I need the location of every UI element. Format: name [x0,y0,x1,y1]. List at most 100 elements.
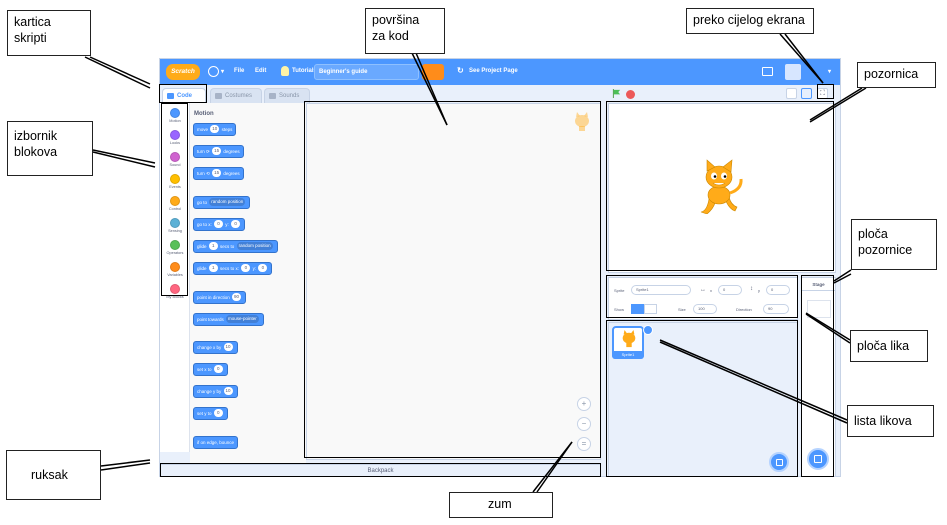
swirl-icon: ↻ [457,66,464,75]
block-input[interactable]: 0 [231,219,241,228]
block-text: degrees [223,171,240,176]
annotation-pozornica: pozornica [857,62,936,88]
small-stage-icon[interactable] [786,88,797,99]
goto-block[interactable]: go to random position [193,196,251,209]
annotation-line: blokova [14,145,58,159]
block-text: steps [221,127,233,132]
block-text: turn [197,149,205,154]
palette-title: Motion [194,111,214,117]
tab-highlight [159,84,207,103]
block-palette: Motion move 10 steps turn ⟳ 15 degrees t… [190,103,306,463]
block-text: degrees [223,149,240,154]
share-button[interactable] [422,64,444,80]
point-direction-block[interactable]: point in direction 90 [193,291,247,304]
block-dropdown[interactable]: mouse-pointer [226,314,259,323]
annotation-izbornik-blokova: izbornik blokova [7,121,93,176]
annotation-ploca-lika: ploča lika [850,330,928,362]
sprite-list-highlight [606,320,798,477]
turn-right-block[interactable]: turn ⟳ 15 degrees [193,145,244,158]
block-text: change x by [197,345,222,350]
project-title-input[interactable]: Beginner's guide [314,64,419,80]
sprite-info-highlight [606,275,798,318]
block-input[interactable]: 1 [208,263,218,272]
brush-icon [215,93,222,99]
block-text: secs to [220,244,235,249]
block-text: point in direction [197,295,230,300]
set-x-block[interactable]: set x to 0 [193,363,228,376]
rotate-left-icon: ⟲ [206,171,210,176]
edit-menu[interactable]: Edit [255,68,266,74]
change-x-block[interactable]: change x by 10 [193,341,238,354]
fullscreen-highlight [817,84,834,99]
block-input[interactable]: 10 [223,386,233,395]
stop-icon[interactable] [626,90,635,99]
block-text: glide [197,266,207,271]
chevron-down-icon[interactable]: ▾ [828,68,831,75]
block-input[interactable]: 15 [212,146,222,155]
set-y-block[interactable]: set y to 0 [193,407,228,420]
file-menu[interactable]: File [234,68,244,74]
menu-bar: Scratch ▾ File Edit Tutorials Beginner's… [160,59,840,85]
turn-left-block[interactable]: turn ⟲ 15 degrees [193,167,244,180]
green-flag-icon[interactable] [612,89,621,98]
see-project-page-link[interactable]: See Project Page [469,68,518,74]
bounce-block[interactable]: if on edge, bounce [193,436,239,449]
goto-xy-block[interactable]: go to x: 0 y: 0 [193,218,246,231]
large-stage-icon[interactable] [801,88,812,99]
annotation-zum: zum [449,492,553,518]
block-dropdown[interactable]: random position [236,241,273,250]
avatar[interactable] [785,64,801,80]
lightbulb-icon [281,66,289,76]
glide-xy-block[interactable]: glide 1 secs to x: 0 y: 0 [193,262,273,275]
block-text: secs to x: [220,266,240,271]
block-input[interactable]: 10 [210,124,220,133]
annotation-ruksak: ruksak [6,450,101,500]
block-input[interactable]: 0 [213,408,223,417]
annotation-preko-cijelog-ekrana: preko cijelog ekrana [686,8,814,34]
annotation-ploca-pozornice: ploča pozornice [851,219,937,270]
block-text: glide [197,244,207,249]
annotation-line: ploča [858,227,888,241]
block-text: move [197,127,209,132]
tab-costumes[interactable]: Costumes [210,88,262,103]
stage-pane-highlight [801,275,834,477]
block-input[interactable]: 0 [214,219,224,228]
annotation-povrsina-za-kod: površina za kod [365,8,445,54]
block-text: if on edge, bounce [197,440,235,445]
block-input[interactable]: 90 [232,292,242,301]
stage-highlight [606,101,834,271]
rotate-right-icon: ⟳ [206,149,210,154]
annotation-kartica-skripti: kartica skripti [7,10,91,56]
block-text: point towards [197,317,224,322]
code-area-highlight [304,101,601,458]
chevron-down-icon[interactable]: ▾ [221,68,224,75]
block-text: turn [197,171,205,176]
block-input[interactable]: 15 [212,168,222,177]
block-text: y: [225,222,229,227]
annotation-line: pozornice [858,243,913,257]
glide-block[interactable]: glide 1 secs to random position [193,240,278,253]
point-towards-block[interactable]: point towards mouse-pointer [193,313,264,326]
globe-icon[interactable] [208,66,219,77]
categories-highlight [161,103,188,296]
block-input[interactable]: 0 [258,263,268,272]
block-input[interactable]: 10 [223,342,233,351]
folder-icon[interactable] [762,67,773,76]
annotation-line: za kod [372,29,409,43]
annotation-line: izbornik [14,129,58,143]
backpack-highlight [160,463,601,477]
change-y-block[interactable]: change y by 10 [193,385,238,398]
annotation-line: kartica [14,15,51,29]
block-text: go to x: [197,222,212,227]
annotation-lista-likova: lista likova [847,405,934,437]
annotation-line: površina [372,13,420,27]
block-input[interactable]: 0 [213,364,223,373]
block-text: go to [197,200,208,205]
scratch-logo[interactable]: Scratch [166,64,200,80]
block-dropdown[interactable]: random position [209,197,246,206]
block-input[interactable]: 1 [208,241,218,250]
block-input[interactable]: 0 [241,263,251,272]
speaker-icon [269,93,276,99]
block-text: set y to [197,411,212,416]
move-block[interactable]: move 10 steps [193,123,237,136]
